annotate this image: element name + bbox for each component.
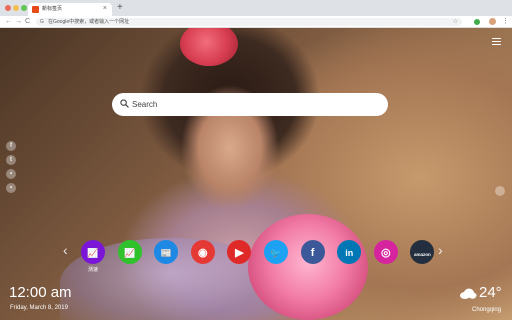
side-right-icon[interactable]: [495, 186, 505, 196]
shortcut-facebook[interactable]: f: [300, 240, 325, 264]
forward-button[interactable]: →: [15, 17, 22, 27]
linkedin-icon: in: [345, 248, 354, 258]
window-close-button[interactable]: [5, 5, 11, 11]
hamburger-menu-icon[interactable]: [492, 38, 501, 45]
weibo-icon: ◉: [197, 247, 208, 259]
twitter-bird-icon: 🐦: [270, 248, 282, 258]
shortcut-stocks[interactable]: 📈: [117, 240, 142, 264]
facebook-icon: f: [310, 247, 315, 259]
shortcut-linkedin[interactable]: in: [337, 240, 362, 264]
browser-tab-bar: 新标签页 × +: [0, 0, 512, 16]
shortcut-analytics[interactable]: 📈: [81, 240, 105, 264]
shortcut-instagram[interactable]: ◎: [373, 240, 398, 264]
tab-favicon-icon: [32, 6, 39, 13]
amazon-icon: amazon: [414, 252, 431, 257]
shortcut-twitter[interactable]: 🐦: [264, 240, 288, 264]
background-photo-rose: [180, 28, 238, 66]
search-placeholder: Search: [132, 100, 158, 109]
address-bar[interactable]: G 在Google中搜索，或者输入一个网址 ☆: [36, 18, 462, 26]
youtube-icon: ▶: [235, 247, 244, 259]
shortcut-weibo[interactable]: ◉: [190, 240, 215, 264]
back-button[interactable]: ←: [5, 17, 12, 27]
shortcut-news[interactable]: 📰: [154, 240, 179, 264]
new-tab-page: Search f t • • ‹ › 📈 测速 📈 📰 ◉ ▶ 🐦 f in ◎ amazon 12…: [0, 28, 512, 320]
side-twitter-icon[interactable]: t: [6, 155, 16, 165]
shortcut-analytics-label: 测速: [87, 267, 98, 273]
side-settings-icon[interactable]: •: [6, 183, 16, 193]
browser-toolbar: ← → C G 在Google中搜索，或者输入一个网址 ☆ ⋮: [0, 16, 512, 28]
google-g-icon: G: [40, 19, 44, 25]
weather-temperature: 24°: [479, 284, 502, 301]
browser-tab[interactable]: 新标签页 ×: [28, 3, 112, 16]
address-bar-text: 在Google中搜索，或者输入一个网址: [48, 19, 130, 25]
reload-button[interactable]: C: [25, 17, 30, 27]
clock-date: Friday, March 8, 2019: [10, 305, 68, 311]
extension-icon[interactable]: [474, 19, 480, 25]
cloud-icon: [460, 288, 477, 299]
stock-chart-icon: 📈: [123, 248, 136, 258]
newspaper-icon: 📰: [160, 248, 172, 258]
shortcuts-prev-arrow[interactable]: ‹: [63, 242, 68, 258]
chart-line-icon: 📈: [87, 248, 99, 258]
profile-avatar[interactable]: [489, 18, 496, 25]
side-bell-icon[interactable]: •: [6, 169, 16, 179]
search-icon: [120, 99, 129, 108]
search-box[interactable]: Search: [112, 93, 388, 116]
window-maximize-button[interactable]: [21, 5, 27, 11]
tab-title: 新标签页: [42, 6, 63, 12]
instagram-icon: ◎: [380, 247, 391, 259]
tab-close-button[interactable]: ×: [103, 4, 107, 14]
side-facebook-icon[interactable]: f: [6, 141, 16, 151]
shortcuts-next-arrow[interactable]: ›: [438, 242, 443, 258]
bookmark-star-icon[interactable]: ☆: [453, 18, 458, 26]
new-tab-button[interactable]: +: [117, 2, 123, 14]
shortcut-amazon[interactable]: amazon: [410, 240, 435, 264]
window-minimize-button[interactable]: [13, 5, 19, 11]
weather-city: Chongqing: [472, 307, 502, 313]
clock-time: 12:00 am: [9, 284, 72, 301]
browser-menu-button[interactable]: ⋮: [502, 16, 509, 28]
background-photo-rose-large: [248, 214, 368, 320]
